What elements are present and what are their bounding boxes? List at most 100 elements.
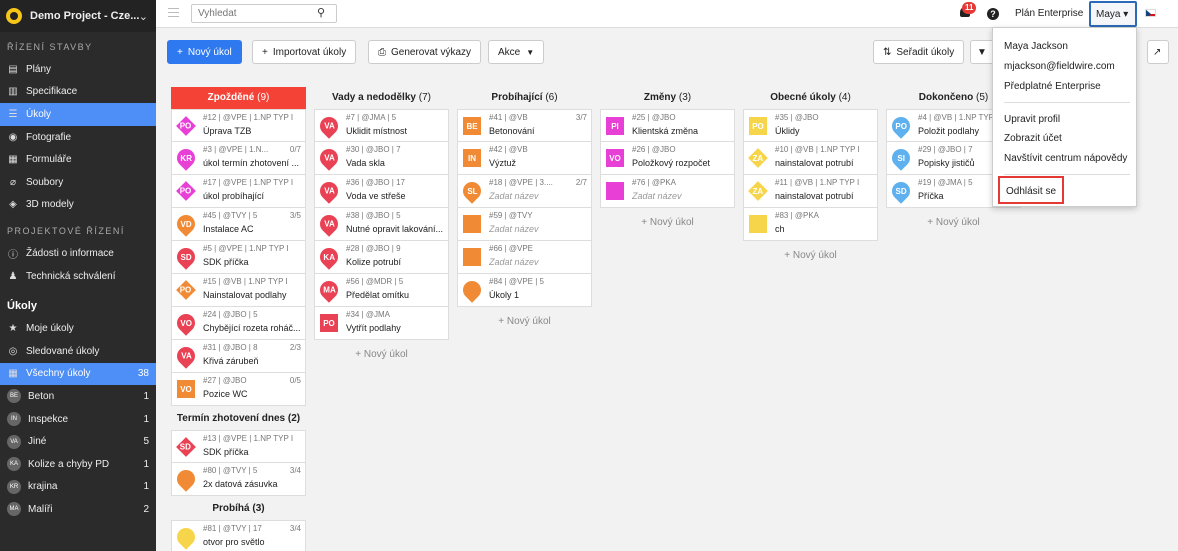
hamburger-icon[interactable] [168,8,179,17]
column-header[interactable]: Zpožděné (9) [171,87,306,109]
task-card[interactable]: #84 | @VPE | 5 Úkoly 1 [457,274,592,307]
menu-subscription[interactable]: Předplatné Enterprise [1004,81,1101,92]
sidebar-item-plány[interactable]: ▤ Plány [0,58,156,81]
task-card[interactable]: VO #24 | @JBO | 5 Chybějící rozeta roháč..… [171,307,306,340]
add-task-link[interactable]: + Nový úkol [743,241,878,271]
sidebar-item-formuláře[interactable]: ▦ Formuláře [0,148,156,171]
task-card[interactable]: #66 | @VPE Zadat název [457,241,592,274]
task-meta: #18 | @VPE | 3.... 2/7 [489,178,587,187]
sidebar-item-label: Moje úkoly [26,323,74,335]
task-meta: #83 | @PKA [775,211,873,220]
task-card[interactable]: VA #31 | @JBO | 8 2/3 Křivá zárubeň [171,340,306,373]
sidebar-item-fotografie[interactable]: ◉ Fotografie [0,126,156,149]
chevron-down-icon: ⌄ [138,10,148,23]
task-meta: #42 | @VB [489,145,587,154]
task-card[interactable]: VD #45 | @TVY | 5 3/5 Instalace AC [171,208,306,241]
task-card[interactable]: SD #13 | @VPE | 1.NP TYP I SDK příčka [171,430,306,463]
task-card[interactable]: #80 | @TVY | 5 3/4 2x datová zásuvka [171,463,306,496]
logout-button[interactable]: Odhlásit se [998,176,1064,204]
import-tasks-button[interactable]: + Importovat úkoly [252,40,357,64]
task-card[interactable]: PO #12 | @VPE | 1.NP TYP I Úprava TZB [171,109,306,142]
sidebar-item-technická-schválení[interactable]: ♟ Technická schválení [0,265,156,288]
task-meta-text: #13 | @VPE | 1.NP TYP I [203,434,294,443]
task-meta: #11 | @VB | 1.NP TYP I [775,178,873,187]
sidebar-category-item[interactable]: IN Inspekce 1 [0,408,156,431]
column-header[interactable]: Probíhající (6) [457,87,592,109]
add-task-link[interactable]: + Nový úkol [886,208,1021,238]
task-card[interactable]: BE #41 | @VB 3/7 Betonování [457,109,592,142]
sidebar-item-label: Soubory [26,176,64,188]
task-card[interactable]: VA #30 | @JBO | 7 Vada skla [314,142,449,175]
sidebar-category-item[interactable]: MA Malíři 2 [0,498,156,521]
task-category-abbr: IN [468,153,476,163]
sort-tasks-button[interactable]: ⇅ Seřadit úkoly [873,40,965,64]
sidebar-category-item[interactable]: BE Beton 1 [0,385,156,408]
column-header[interactable]: Obecné úkoly (4) [743,87,878,109]
sidebar-item-label: Formuláře [26,154,72,166]
task-title: Instalace AC [203,224,254,234]
task-status-marker: VA [316,211,342,237]
task-card[interactable]: PO #35 | @JBO Úklidy [743,109,878,142]
menu-edit-profile[interactable]: Upravit profil [1004,114,1060,125]
task-card[interactable]: PO #15 | @VB | 1.NP TYP I Nainstalovat pod… [171,274,306,307]
sidebar-item-3d-modely[interactable]: ◈ 3D modely [0,194,156,217]
task-card[interactable]: VA #36 | @JBO | 17 Voda ve střeše [314,175,449,208]
add-task-link[interactable]: + Nový úkol [600,208,735,238]
sidebar-category-item[interactable]: KR krajina 1 [0,476,156,499]
task-meta: #5 | @VPE | 1.NP TYP I [203,244,301,253]
task-card[interactable]: KA #28 | @JBO | 9 Kolize potrubí [314,241,449,274]
sidebar-item-label: Úkoly [26,108,52,120]
task-card[interactable]: VO #27 | @JBO 0/5 Pozice WC [171,373,306,406]
task-category-abbr: VA [180,351,192,361]
task-card[interactable]: #59 | @TVY Zadat název [457,208,592,241]
column-subheader[interactable]: Probíhá (3) [171,498,306,520]
new-task-button[interactable]: + Nový úkol [167,40,242,64]
task-card[interactable]: MA #56 | @MDR | 5 Předělat omítku [314,274,449,307]
task-card[interactable]: VA #38 | @JBO | 5 Nutné opravit lakování..… [314,208,449,241]
task-card[interactable]: ZA #11 | @VB | 1.NP TYP I nainstalovat pot… [743,175,878,208]
task-card[interactable]: VA #7 | @JMA | 5 Uklidit místnost [314,109,449,142]
task-card[interactable]: SL #18 | @VPE | 3.... 2/7 Zadat název [457,175,592,208]
task-card[interactable]: IN #42 | @VB Výztuž [457,142,592,175]
help-icon[interactable]: ? [987,8,999,20]
sidebar-item-specifikace[interactable]: ▥ Specifikace [0,81,156,104]
sidebar-item-sledované-úkoly[interactable]: ◎ Sledované úkoly [0,340,156,363]
generate-reports-button[interactable]: ⎙ Generovat výkazy [368,40,482,64]
add-task-link[interactable]: + Nový úkol [457,307,592,337]
add-task-link[interactable]: + Nový úkol [314,340,449,370]
task-card[interactable]: #83 | @PKA ch [743,208,878,241]
column-header[interactable]: Vady a nedodělky (7) [314,87,449,109]
task-card[interactable]: VO #26 | @JBO Položkový rozpočet [600,142,735,175]
filter-button[interactable]: ▼ [970,40,994,64]
task-card[interactable]: KR #3 | @VPE | 1.N... 0/7 úkol termín zhoto… [171,142,306,175]
column-header[interactable]: Změny (3) [600,87,735,109]
task-card[interactable]: PI #25 | @JBO Klientská změna [600,109,735,142]
task-card[interactable]: PO #34 | @JMA Vytřít podlahy [314,307,449,340]
plan-link[interactable]: Plán Enterprise [1015,8,1083,19]
sidebar-item-soubory[interactable]: ⌀ Soubory [0,171,156,194]
column-subheader[interactable]: Termín zhotovení dnes (2) [171,408,306,430]
sidebar-category-item[interactable]: VA Jiné 5 [0,430,156,453]
sidebar-category-item[interactable]: KA Kolize a chyby PD 1 [0,453,156,476]
project-switcher[interactable]: Demo Project - Cze... ⌄ [0,0,156,32]
sidebar-item-moje-úkoly[interactable]: ★ Moje úkoly [0,317,156,340]
task-card[interactable]: ZA #10 | @VB | 1.NP TYP I nainstalovat pot… [743,142,878,175]
sidebar-item-žádosti-o-informace[interactable]: ⓘ Žádosti o informace [0,242,156,265]
search-icon[interactable]: ⚲ [317,6,325,19]
sidebar-item-všechny-úkoly[interactable]: ▦ Všechny úkoly 38 [0,362,156,386]
user-menu-button[interactable]: Maya ▾ [1089,1,1137,27]
chart-view-button[interactable]: ↗ [1147,40,1169,64]
task-card[interactable]: #76 | @PKA Zadat název [600,175,735,208]
sidebar-item-úkoly[interactable]: ☰ Úkoly [0,103,156,126]
menu-view-account[interactable]: Zobrazit účet [1004,133,1062,144]
actions-dropdown[interactable]: Akce ▼ [488,40,545,64]
czech-flag-icon[interactable] [1145,9,1156,17]
task-card[interactable]: #81 | @TVY | 17 3/4 otvor pro světlo [171,520,306,551]
checklist-progress: 0/5 [287,376,301,385]
sidebar-item-count: 1 [143,481,149,493]
task-card[interactable]: PO #17 | @VPE | 1.NP TYP I úkol probíhajíc… [171,175,306,208]
search-input[interactable] [191,4,337,23]
task-status-marker [173,466,199,492]
menu-help-center[interactable]: Navštívit centrum nápovědy [1004,153,1127,164]
task-card[interactable]: SD #5 | @VPE | 1.NP TYP I SDK příčka [171,241,306,274]
